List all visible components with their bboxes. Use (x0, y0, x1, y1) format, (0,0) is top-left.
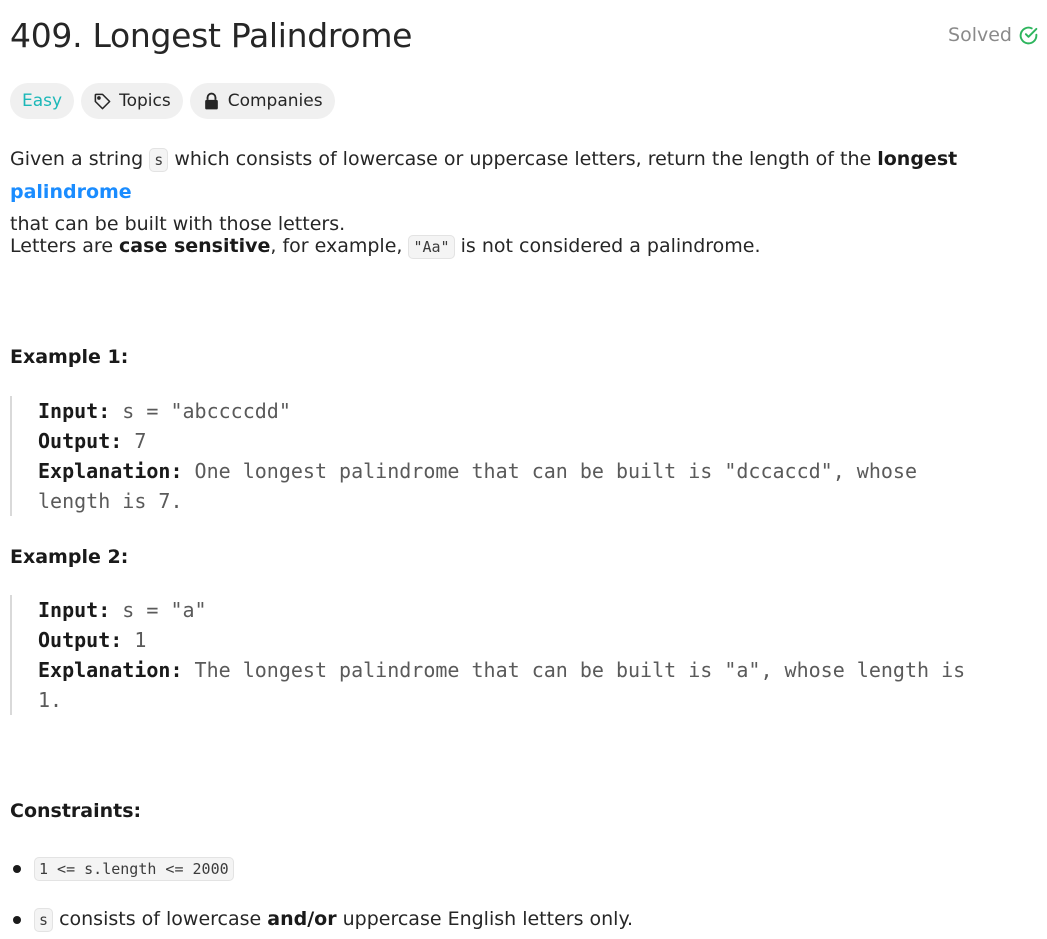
example-2-heading: Example 2: (10, 546, 129, 568)
constraints-list: 1 <= s.length <= 2000 s consists of lowe… (10, 852, 633, 936)
lock-icon (204, 92, 218, 109)
constraints-heading: Constraints: (10, 800, 142, 822)
constraint-code-s: s (34, 908, 54, 932)
example-2-input: Input: s = "a" (38, 598, 207, 622)
description-paragraph-1: Given a string s which consists of lower… (10, 148, 958, 235)
example-1-input: Input: s = "abccccdd" (38, 399, 291, 423)
constraint-code: 1 <= s.length <= 2000 (34, 857, 234, 881)
description-paragraph-2: Letters are case sensitive, for example,… (10, 235, 761, 259)
example-2-block: Input: s = "a" Output: 1 Explanation: Th… (10, 595, 1018, 715)
topics-button[interactable]: Topics (81, 83, 183, 119)
example-2-explanation-cont: 1. (38, 688, 63, 712)
example-1-heading: Example 1: (10, 346, 129, 368)
example-1-output: Output: 7 (38, 429, 147, 453)
inline-code-aa: "Aa" (408, 235, 455, 259)
difficulty-label: Easy (22, 91, 63, 111)
constraint-item: s consists of lowercase and/or uppercase… (10, 903, 633, 936)
inline-code-s: s (149, 148, 169, 172)
companies-label: Companies (227, 91, 323, 111)
bold-longest: longest (877, 148, 958, 170)
palindrome-link[interactable]: palindrome (10, 181, 132, 203)
constraint-item: 1 <= s.length <= 2000 (10, 852, 633, 885)
companies-button[interactable]: Companies (189, 83, 335, 119)
example-1-explanation: Explanation: One longest palindrome that… (38, 459, 918, 483)
check-circle-icon (1019, 26, 1038, 44)
bold-and-or: and/or (267, 908, 337, 930)
example-1-explanation-cont: length is 7. (38, 489, 183, 513)
tag-bar: Easy Topics Companies (10, 83, 335, 119)
difficulty-badge: Easy (10, 83, 75, 119)
tag-icon (94, 93, 111, 109)
solved-label: Solved (948, 24, 1012, 46)
example-2-output: Output: 1 (38, 628, 147, 652)
bold-case-sensitive: case sensitive (119, 235, 271, 257)
example-1-block: Input: s = "abccccdd" Output: 7 Explanat… (10, 396, 1018, 516)
topics-label: Topics (119, 91, 171, 111)
solved-status: Solved (948, 24, 1039, 46)
problem-title: 409. Longest Palindrome (10, 16, 413, 55)
example-2-explanation: Explanation: The longest palindrome that… (38, 658, 966, 682)
